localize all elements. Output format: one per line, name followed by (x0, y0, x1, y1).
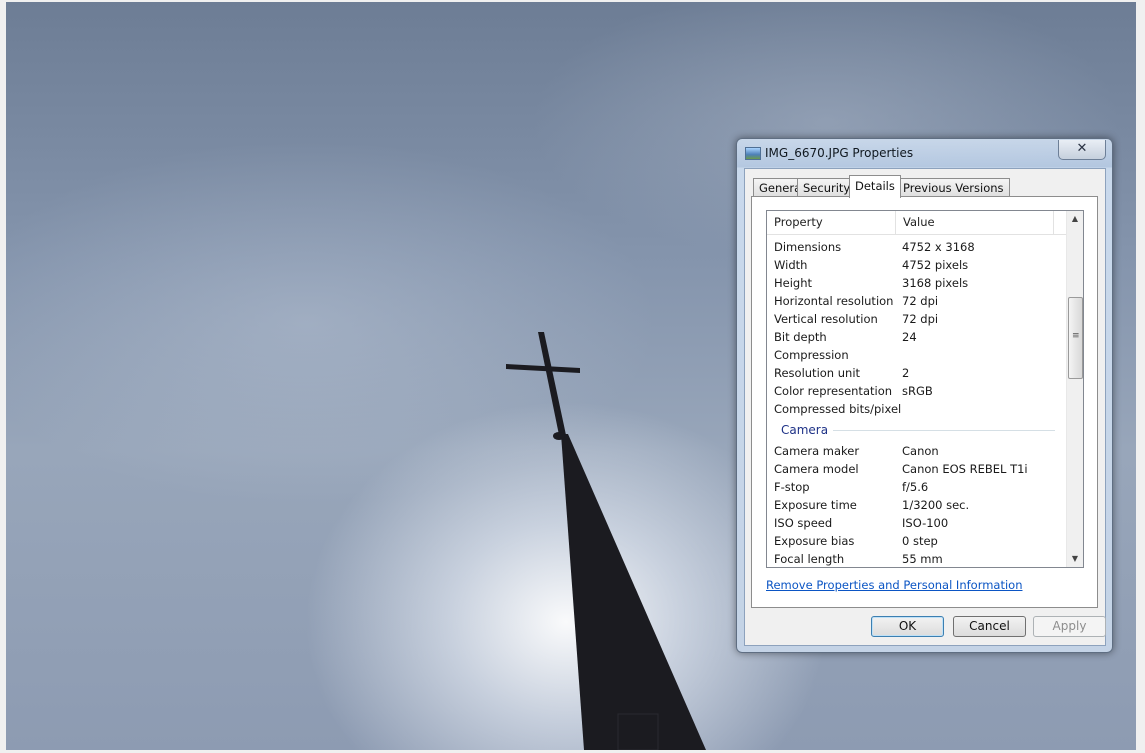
property-row[interactable]: Focal length 55 mm (767, 550, 1067, 567)
property-value: ISO-100 (902, 516, 949, 530)
property-name: Width (774, 258, 808, 272)
property-name: Horizontal resolution (774, 294, 894, 308)
property-row[interactable]: Height 3168 pixels (767, 274, 1067, 292)
scroll-down-arrow-icon[interactable]: ▼ (1067, 551, 1083, 567)
property-name: Vertical resolution (774, 312, 878, 326)
cross-vertical-beam (538, 332, 566, 435)
image-file-icon (745, 147, 761, 160)
property-value: 4752 pixels (902, 258, 969, 272)
scrollbar-thumb[interactable]: ≡ (1068, 297, 1083, 379)
cross-horizontal-beam (506, 364, 580, 373)
property-row[interactable]: Compression (767, 346, 1067, 364)
title-bar[interactable]: IMG_6670.JPG Properties ✕ (737, 139, 1112, 167)
property-row[interactable]: Camera model Canon EOS REBEL T1i (767, 460, 1067, 478)
details-panel: Property Value Dimensions 4752 x 3168 Widt… (751, 196, 1098, 608)
group-heading-camera: Camera (767, 418, 1067, 442)
property-name: Compression (774, 348, 849, 362)
property-value: 72 dpi (902, 312, 939, 326)
group-heading-label: Camera (781, 423, 829, 437)
property-row[interactable]: Width 4752 pixels (767, 256, 1067, 274)
property-name: Color representation (774, 384, 893, 398)
property-row[interactable]: Bit depth 24 (767, 328, 1067, 346)
property-value: 2 (902, 366, 910, 380)
property-row[interactable]: Resolution unit 2 (767, 364, 1067, 382)
property-name: Compressed bits/pixel (774, 402, 902, 416)
property-row[interactable]: Horizontal resolution 72 dpi (767, 292, 1067, 310)
property-value: f/5.6 (902, 480, 929, 494)
vertical-scrollbar[interactable]: ▲ ≡ ▼ (1066, 211, 1083, 567)
cross-base-knob (553, 432, 565, 440)
property-row[interactable]: Dimensions 4752 x 3168 (767, 238, 1067, 256)
property-row[interactable]: Color representation sRGB (767, 382, 1067, 400)
property-value: 72 dpi (902, 294, 939, 308)
tab-security[interactable]: Security (797, 178, 857, 197)
property-name: Camera maker (774, 444, 860, 458)
property-value: 0 step (902, 534, 938, 548)
window-title: IMG_6670.JPG Properties (765, 146, 914, 160)
property-name: Height (774, 276, 813, 290)
column-header-property[interactable]: Property (767, 211, 896, 234)
property-value: 3168 pixels (902, 276, 969, 290)
property-row[interactable]: Exposure bias 0 step (767, 532, 1067, 550)
property-name: Exposure bias (774, 534, 855, 548)
column-header-value[interactable]: Value (896, 211, 1054, 234)
property-name: Dimensions (774, 240, 842, 254)
property-name: ISO speed (774, 516, 833, 530)
ok-button[interactable]: OK (871, 616, 944, 637)
property-value: Canon EOS REBEL T1i (902, 462, 1028, 476)
property-name: F-stop (774, 480, 810, 494)
image-section: Dimensions 4752 x 3168 Width 4752 pixels Hei… (767, 238, 1067, 418)
apply-button[interactable]: Apply (1033, 616, 1106, 637)
property-row[interactable]: Vertical resolution 72 dpi (767, 310, 1067, 328)
property-value: Canon (902, 444, 939, 458)
tab-previous-versions[interactable]: Previous Versions (897, 178, 1010, 197)
close-button[interactable]: ✕ (1058, 140, 1106, 160)
cancel-button[interactable]: Cancel (953, 616, 1026, 637)
tab-details[interactable]: Details (849, 175, 901, 198)
property-value: sRGB (902, 384, 933, 398)
grip-icon: ≡ (1072, 331, 1080, 341)
property-row[interactable]: Camera maker Canon (767, 442, 1067, 460)
property-name: Camera model (774, 462, 859, 476)
properties-dialog: IMG_6670.JPG Properties ✕ General Securi… (736, 138, 1113, 653)
property-list[interactable]: Property Value Dimensions 4752 x 3168 Widt… (766, 210, 1084, 568)
property-name: Focal length (774, 552, 845, 566)
remove-properties-link[interactable]: Remove Properties and Personal Informati… (766, 578, 1023, 592)
property-value: 24 (902, 330, 917, 344)
scroll-up-arrow-icon[interactable]: ▲ (1067, 211, 1083, 227)
camera-section: Camera maker Canon Camera model Canon EOS R… (767, 442, 1067, 567)
property-value: 4752 x 3168 (902, 240, 975, 254)
property-value: 55 mm (902, 552, 943, 566)
property-row[interactable]: Exposure time 1/3200 sec. (767, 496, 1067, 514)
property-name: Bit depth (774, 330, 827, 344)
property-rows: Dimensions 4752 x 3168 Width 4752 pixels Hei… (767, 238, 1067, 567)
property-row[interactable]: Compressed bits/pixel (767, 400, 1067, 418)
list-header: Property Value (767, 211, 1067, 235)
steeple-spire (561, 434, 706, 750)
dialog-client-area: General Security Details Previous Versio… (744, 168, 1106, 646)
group-divider (833, 430, 1055, 431)
property-name: Exposure time (774, 498, 857, 512)
property-row[interactable]: F-stop f/5.6 (767, 478, 1067, 496)
property-name: Resolution unit (774, 366, 861, 380)
property-value: 1/3200 sec. (902, 498, 970, 512)
property-row[interactable]: ISO speed ISO-100 (767, 514, 1067, 532)
